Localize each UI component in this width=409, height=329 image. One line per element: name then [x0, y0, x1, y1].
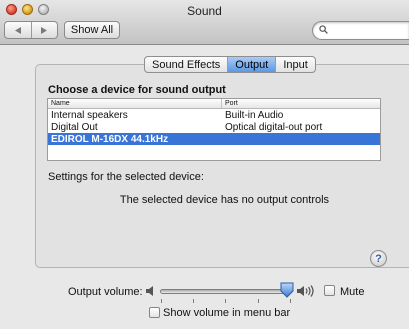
- device-port: Built-in Audio: [225, 109, 284, 121]
- help-icon: ?: [375, 252, 382, 265]
- tab-input[interactable]: Input: [276, 57, 314, 72]
- chevron-left-icon: [14, 26, 21, 34]
- slider-tick: [193, 299, 194, 303]
- tab-sound-effects[interactable]: Sound Effects: [145, 57, 229, 72]
- table-row[interactable]: Digital Out Optical digital-out port: [48, 121, 380, 133]
- show-volume-menu-bar-checkbox[interactable]: [149, 307, 160, 318]
- device-port: [222, 133, 225, 145]
- device-port: Optical digital-out port: [225, 121, 323, 133]
- help-button[interactable]: ?: [370, 250, 387, 267]
- tab-output[interactable]: Output: [228, 57, 277, 72]
- no-controls-message: The selected device has no output contro…: [119, 194, 330, 206]
- chevron-right-icon: [41, 26, 48, 34]
- device-name: Internal speakers: [51, 109, 128, 121]
- volume-low-icon: [146, 286, 153, 296]
- search-field[interactable]: [312, 21, 409, 40]
- volume-slider-fill: [161, 290, 286, 293]
- settings-label: Settings for the selected device:: [48, 171, 204, 183]
- window-title: Sound: [187, 4, 222, 18]
- search-icon: [319, 25, 328, 34]
- column-header-name[interactable]: Name: [48, 99, 222, 108]
- mute-label: Mute: [340, 286, 365, 298]
- volume-high-icon: [297, 285, 314, 297]
- volume-slider-track[interactable]: [160, 289, 292, 294]
- table-header: Name Port: [48, 99, 380, 109]
- back-forward-control: [4, 21, 58, 39]
- table-row[interactable]: Internal speakers Built-in Audio: [48, 109, 380, 121]
- device-name: Digital Out: [51, 121, 98, 133]
- window-titlebar: Sound Show All: [0, 0, 409, 45]
- slider-tick: [161, 299, 162, 303]
- output-volume-label: Output volume:: [68, 286, 143, 298]
- column-header-port[interactable]: Port: [222, 99, 238, 108]
- back-button[interactable]: [5, 22, 32, 38]
- mute-checkbox[interactable]: [324, 285, 335, 296]
- device-name: EDIROL M-16DX 44.1kHz: [51, 133, 169, 145]
- forward-button[interactable]: [32, 22, 58, 38]
- show-volume-menu-bar-label: Show volume in menu bar: [163, 307, 291, 319]
- table-row-selected[interactable]: EDIROL M-16DX 44.1kHz: [48, 133, 380, 145]
- slider-tick: [258, 299, 259, 303]
- show-all-button[interactable]: Show All: [64, 21, 120, 39]
- volume-slider-thumb[interactable]: [280, 282, 294, 298]
- device-heading: Choose a device for sound output: [48, 84, 226, 96]
- slider-tick: [290, 299, 291, 303]
- device-table: Name Port Internal speakers Built-in Aud…: [47, 98, 381, 161]
- slider-tick: [225, 299, 226, 303]
- tab-bar: Sound Effects Output Input: [144, 56, 316, 73]
